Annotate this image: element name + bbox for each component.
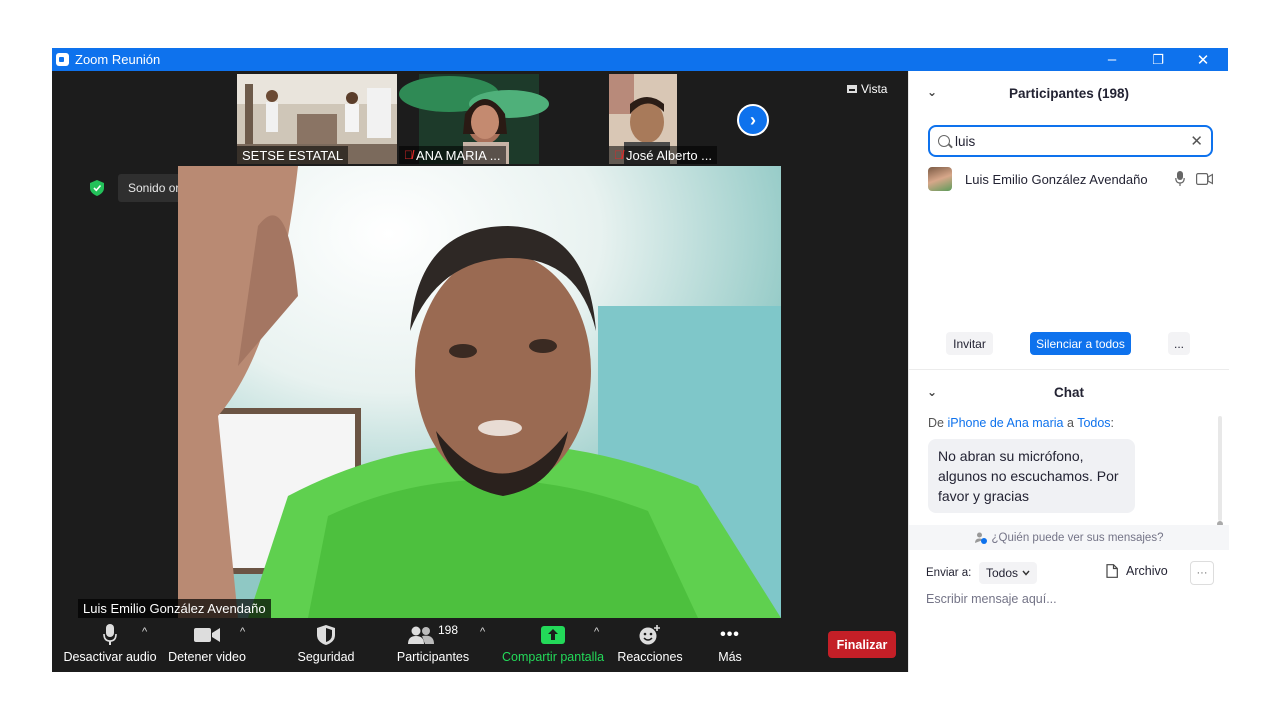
grid-view-icon [847,85,857,93]
chevron-right-icon: › [750,109,756,130]
window-title: Zoom Reunión [75,52,161,67]
zoom-window: Zoom Reunión – ❐ ✕ SETSE ESTATAL 🎙̸ ANA … [52,48,1229,672]
gallery-strip: SETSE ESTATAL 🎙̸ ANA MARIA ... 🎙̸ José A… [52,71,908,166]
file-button[interactable]: Archivo [1106,564,1168,578]
recipient-link[interactable]: Todos [1077,416,1110,430]
more-label: Más [718,650,742,664]
more-dots-icon: ••• [720,626,740,643]
close-window-button[interactable]: ✕ [1180,48,1226,71]
thumbnail-name: SETSE ESTATAL [242,147,344,163]
participants-count: 198 [437,623,459,637]
participants-header: ⌄ Participantes (198) [909,71,1229,115]
view-button[interactable]: Vista [847,82,887,96]
chat-message-input[interactable]: Escribir mensaje aquí... [926,592,1216,606]
from-prefix: De [928,416,948,430]
mute-all-button[interactable]: Silenciar a todos [1030,332,1131,355]
share-screen-label: Compartir pantalla [502,650,605,664]
clear-search-icon[interactable]: ✕ [1190,132,1203,150]
search-icon [938,135,950,147]
chevron-up-icon[interactable]: ^ [240,626,245,638]
participants-icon: 198 [388,620,478,650]
file-label: Archivo [1126,564,1168,578]
to-word: a [1063,416,1078,430]
reactions-icon [614,620,686,650]
participant-name: Luis Emilio González Avendaño [965,171,1148,187]
participant-thumbnail[interactable]: SETSE ESTATAL [237,74,397,164]
send-to-select[interactable]: Todos [979,562,1038,584]
active-speaker-video [178,166,781,618]
video-feed [178,166,781,618]
chat-scrollbar[interactable] [1217,416,1223,527]
chat-message-meta: De iPhone de Ana maria a Todos: [928,416,1114,430]
sender-link[interactable]: iPhone de Ana maria [947,416,1063,430]
next-page-button[interactable]: › [737,104,769,136]
share-screen-icon [502,620,604,650]
participant-row[interactable]: Luis Emilio González Avendaño [928,166,1213,192]
more-button[interactable]: ••• Más [704,620,756,672]
chevron-up-icon[interactable]: ^ [142,626,147,638]
chevron-up-icon[interactable]: ^ [480,626,485,638]
file-icon [1106,564,1118,578]
person-info-icon [974,532,987,544]
participants-label: Participantes [396,650,470,664]
participants-title: Participantes (198) [1008,85,1130,101]
participant-thumbnail[interactable]: 🎙̸ José Alberto ... [562,74,724,164]
mute-audio-label: Desactivar audio [63,650,157,664]
shield-icon [288,620,364,650]
thumbnail-label: SETSE ESTATAL [237,146,349,164]
stop-video-button[interactable]: Detener video ^ [164,620,250,672]
search-input[interactable] [955,133,1175,149]
title-bar: Zoom Reunión – ❐ ✕ [52,48,1228,71]
reactions-button[interactable]: Reacciones [614,620,686,672]
chat-header: ⌄ Chat [909,371,1229,413]
participants-more-button[interactable]: ... [1168,332,1190,355]
meeting-toolbar: Desactivar audio ^ Detener video ^ Segur… [52,620,908,672]
invite-button[interactable]: Invitar [946,332,993,355]
thumbnail-name: ANA MARIA ... [416,147,501,163]
encryption-shield-icon[interactable] [88,179,106,197]
participant-search[interactable]: ✕ [928,125,1213,157]
chat-title: Chat [1054,384,1084,400]
participants-button[interactable]: 198 Participantes ^ [388,620,485,672]
participant-thumbnail[interactable]: 🎙̸ ANA MARIA ... [399,74,559,164]
security-label: Seguridad [297,650,355,664]
speaker-name-label: Luis Emilio González Avendaño [78,599,271,618]
send-to-value: Todos [986,566,1019,580]
thumbnail-label: 🎙̸ ANA MARIA ... [399,146,506,164]
colon: : [1110,416,1115,430]
who-can-see-link[interactable]: ¿Quién puede ver sus mensajes? [909,525,1229,550]
send-to-label: Enviar a: [926,567,972,579]
video-camera-icon [164,620,250,650]
muted-mic-icon: 🎙̸ [614,148,623,162]
restore-button[interactable]: ❐ [1135,48,1181,71]
chevron-down-icon [1022,570,1030,576]
chat-message-bubble: No abran su micrófono, algunos no escuch… [928,439,1135,513]
microphone-icon[interactable] [1175,171,1185,191]
chevron-up-icon[interactable]: ^ [594,626,599,638]
who-can-see-text: ¿Quién puede ver sus mensajes? [991,531,1164,544]
avatar [928,167,952,191]
stop-video-label: Detener video [168,650,246,664]
end-meeting-button[interactable]: Finalizar [828,631,896,658]
thumbnail-name: José Alberto ... [626,147,712,163]
mute-audio-button[interactable]: Desactivar audio ^ [60,620,160,672]
chat-more-button[interactable]: ··· [1190,561,1214,585]
panel-divider [909,369,1229,370]
zoom-app-icon [56,53,69,66]
collapse-chevron-icon[interactable]: ⌄ [927,85,937,99]
send-to-row: Enviar a: Todos Archivo ··· [926,561,1216,585]
share-screen-button[interactable]: Compartir pantalla ^ [502,620,604,672]
side-panel: ⌄ Participantes (198) ✕ Luis Emilio Gonz… [908,71,1229,672]
reactions-label: Reacciones [617,650,683,664]
video-camera-icon[interactable] [1196,172,1213,190]
muted-mic-icon: 🎙̸ [404,148,413,162]
collapse-chevron-icon[interactable]: ⌄ [927,385,937,399]
thumbnail-label: 🎙̸ José Alberto ... [609,146,717,164]
minimize-button[interactable]: – [1089,48,1135,71]
meeting-area: SETSE ESTATAL 🎙̸ ANA MARIA ... 🎙̸ José A… [52,71,908,672]
view-label: Vista [861,82,888,96]
security-button[interactable]: Seguridad [288,620,364,672]
